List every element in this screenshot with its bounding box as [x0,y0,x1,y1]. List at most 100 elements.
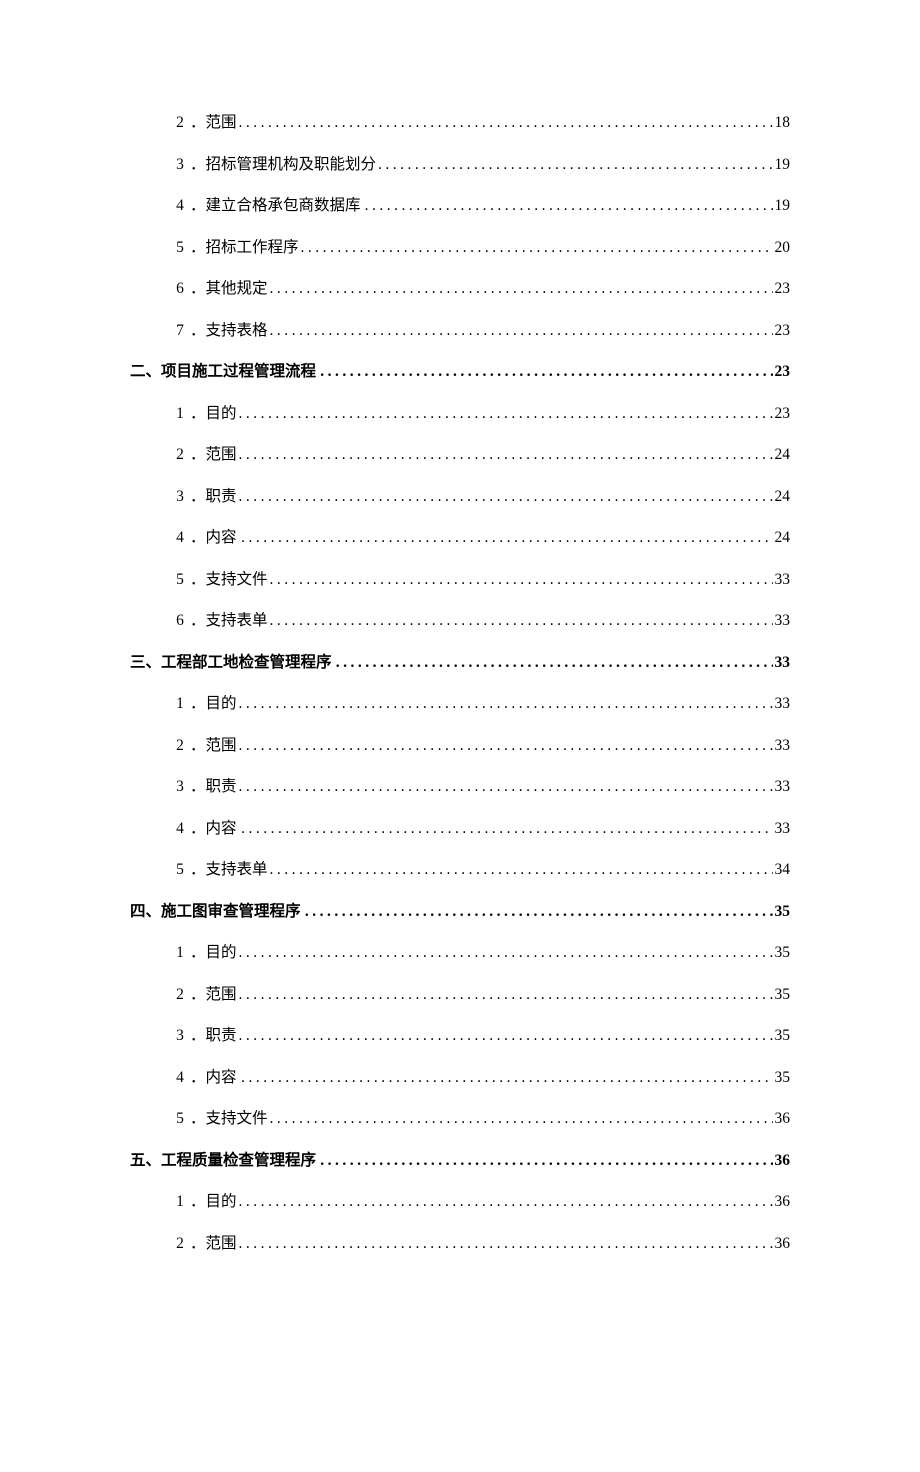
toc-entry-page: 23 [775,405,791,423]
toc-entry-separator: ． [190,1106,206,1128]
toc-entry: 6．其他规定23 [130,276,790,298]
toc-entry-separator: ． [190,484,206,506]
toc-entry-separator: ． [190,608,206,630]
toc-entry-number: 2 [170,737,190,755]
toc-leader-dots [270,1110,773,1128]
toc-entry-number: 1 [170,1193,190,1211]
toc-entry-page: 35 [775,1069,791,1087]
toc-entry-page: 36 [775,1193,791,1211]
toc-entry-title: 支持表单 [206,608,268,630]
toc-entry-number: 6 [170,280,190,298]
toc-entry: 5．支持文件33 [130,567,790,589]
toc-entry: 三、工程部工地检查管理程序33 [130,650,790,672]
toc-entry-page: 23 [775,363,791,381]
toc-entry-title: 职责 [206,774,237,796]
toc-entry-title: 范围 [206,442,237,464]
toc-entry-number: 五、 [130,1148,161,1170]
toc-entry-number: 6 [170,612,190,630]
toc-entry: 5．招标工作程序20 [130,235,790,257]
toc-leader-dots [241,820,772,838]
toc-entry-number: 1 [170,944,190,962]
toc-entry-page: 19 [775,197,791,215]
toc-entry-page: 36 [775,1110,791,1128]
toc-entry-separator: ． [190,982,206,1004]
toc-entry-separator: ． [190,816,206,838]
toc-entry: 2．范围33 [130,733,790,755]
toc-entry: 四、施工图审查管理程序35 [130,899,790,921]
toc-entry-page: 35 [775,1027,791,1045]
toc-entry-number: 4 [170,197,190,215]
toc-entry-separator: ． [190,401,206,423]
toc-entry-page: 34 [775,861,791,879]
toc-entry-title: 招标工作程序 [206,235,299,257]
toc-entry-page: 33 [775,737,791,755]
toc-leader-dots [239,778,773,796]
toc-entry-title: 建立合格承包商数据库 [206,193,361,215]
toc-entry: 4．内容24 [130,525,790,547]
toc-leader-dots [270,612,773,630]
toc-entry-page: 24 [775,488,791,506]
toc-entry: 3．职责 24 [130,484,790,506]
toc-entry-page: 18 [775,114,791,132]
toc-entry-page: 20 [775,239,791,257]
toc-leader-dots [241,1069,772,1087]
toc-leader-dots [239,944,773,962]
toc-leader-dots [239,695,773,713]
toc-entry-page: 36 [775,1152,791,1170]
toc-entry-title: 项目施工过程管理流程 [161,359,316,381]
toc-entry: 2．范围18 [130,110,790,132]
toc-entry: 6．支持表单33 [130,608,790,630]
toc-entry-number: 1 [170,405,190,423]
toc-entry: 3．招标管理机构及职能划分19 [130,152,790,174]
toc-entry-separator: ． [190,940,206,962]
toc-entry: 7．支持表格 23 [130,318,790,340]
toc-entry-page: 23 [775,280,791,298]
toc-entry: 3．职责33 [130,774,790,796]
toc-leader-dots [378,156,772,174]
toc-entry-title: 目的 [206,401,237,423]
toc-entry-number: 2 [170,114,190,132]
toc-leader-dots [301,239,773,257]
toc-entry: 1．目的36 [130,1189,790,1211]
toc-entry-number: 二、 [130,359,161,381]
toc-entry-title: 范围 [206,982,237,1004]
toc-leader-dots [239,737,773,755]
toc-entry-separator: ． [190,318,206,340]
toc-entry-page: 23 [775,322,791,340]
toc-entry: 4．内容35 [130,1065,790,1087]
toc-page: 2．范围183．招标管理机构及职能划分194．建立合格承包商数据库195．招标工… [0,0,920,1472]
toc-leader-dots [239,114,773,132]
toc-entry-separator: ． [190,193,206,215]
toc-entry-separator: ． [190,857,206,879]
toc-entry: 2．范围24 [130,442,790,464]
toc-entry-number: 7 [170,322,190,340]
toc-entry-page: 33 [775,778,791,796]
toc-entry-number: 5 [170,571,190,589]
toc-entry-number: 3 [170,488,190,506]
toc-entry: 4．内容33 [130,816,790,838]
toc-entry-page: 24 [775,529,791,547]
toc-leader-dots [305,903,773,921]
toc-entry-title: 职责 [206,1023,237,1045]
toc-entry-title: 支持表格 [206,318,268,340]
toc-leader-dots [270,861,773,879]
toc-leader-dots [270,571,773,589]
toc-leader-dots [239,1027,773,1045]
toc-entry: 1．目的 23 [130,401,790,423]
toc-entry-title: 内容 [206,525,237,547]
toc-entry-title: 范围 [206,110,237,132]
toc-leader-dots [239,986,773,1004]
toc-entry-title: 范围 [206,733,237,755]
toc-entry-separator: ． [190,1065,206,1087]
toc-entry-separator: ． [190,1023,206,1045]
toc-entry: 2．范围35 [130,982,790,1004]
toc-entry-number: 2 [170,986,190,1004]
toc-entry-number: 3 [170,778,190,796]
toc-entry-title: 职责 [206,484,237,506]
toc-leader-dots [239,446,773,464]
toc-leader-dots [320,1152,772,1170]
toc-leader-dots [336,654,773,672]
toc-entry-separator: ． [190,276,206,298]
toc-entry-page: 35 [775,903,791,921]
toc-entry-page: 24 [775,446,791,464]
